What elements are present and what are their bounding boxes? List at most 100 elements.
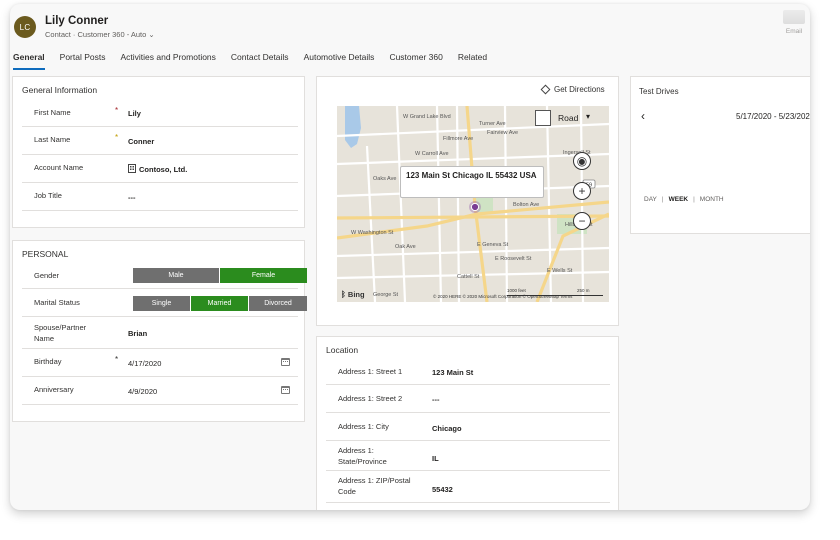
chevron-left-icon[interactable]: ‹ [641, 109, 645, 123]
map-street-label: Fillmore Ave [443, 136, 473, 142]
app-window: LC Lily Conner Contact · Customer 360 - … [10, 4, 810, 510]
spouse-field[interactable]: Brian [128, 329, 147, 338]
required-indicator: * [115, 355, 119, 364]
field-row-last-name: Last Name * Conner [22, 127, 298, 155]
tab-portal-posts[interactable]: Portal Posts [60, 52, 106, 70]
marital-divorced-button[interactable]: Divorced [249, 296, 307, 311]
calendar-icon[interactable] [281, 358, 290, 366]
calendar-icon[interactable] [281, 386, 290, 394]
map-street-label: E Roosevelt St [495, 256, 532, 262]
zoom-in-icon[interactable]: + [573, 182, 591, 200]
map-style-icon[interactable] [535, 110, 551, 126]
map-street-label: E Geneva St [477, 242, 509, 248]
tab-automotive-details[interactable]: Automotive Details [304, 52, 375, 70]
map-street-label: W Carroll Ave [415, 151, 449, 157]
map-canvas: 59 W Grand Lake Blvd Turner Ave Fairview… [337, 106, 609, 302]
field-row-account-name: Account Name Contoso, Ltd. [22, 155, 298, 183]
field-row-spouse: Spouse/Partner Name Brian [22, 317, 298, 349]
avatar: LC [14, 16, 36, 38]
gender-female-button[interactable]: Female [220, 268, 307, 283]
map-scale: 1000 feet 250 m [507, 288, 603, 296]
map-pin-callout: 123 Main St Chicago IL 55432 USA [400, 166, 544, 198]
record-title: Lily Conner [45, 15, 109, 27]
map-street-label: Fairview Ave [487, 130, 518, 136]
general-information-section: General Information First Name * Lily La… [12, 76, 305, 228]
marital-married-button[interactable]: Married [191, 296, 249, 311]
record-subtitle[interactable]: Contact · Customer 360 - Auto ⌄ [45, 30, 155, 39]
field-row-street-1: Address 1: Street 1 123 Main St [326, 357, 610, 385]
last-name-field[interactable]: Conner [128, 137, 154, 146]
field-label: First Name [34, 108, 71, 117]
map-street-label: E Wells St [547, 268, 573, 274]
zoom-out-icon[interactable]: − [573, 212, 591, 230]
bing-brand-icon: ᛒ [341, 290, 346, 299]
tab-related[interactable]: Related [458, 52, 487, 70]
field-label: Account Name [34, 163, 84, 172]
scale-feet-label: 1000 feet [507, 288, 526, 293]
field-label: Address 1: State/Province [338, 446, 387, 466]
bing-label: Bing [347, 290, 365, 299]
tab-contact-details[interactable]: Contact Details [231, 52, 289, 70]
calendar-view-switcher: DAY | WEEK | MONTH [644, 196, 724, 203]
zip-field[interactable]: 55432 [432, 485, 453, 494]
caret-down-icon[interactable]: ▾ [586, 112, 590, 121]
test-drives-section: Test Drives ‹ 5/17/2020 - 5/23/2020 DAY |… [630, 76, 810, 234]
field-label: Gender [34, 271, 60, 280]
record-subtitle-text: Contact · Customer 360 - Auto [45, 30, 147, 39]
email-label: Email [785, 28, 803, 35]
birthday-field[interactable]: 4/17/2020 [128, 359, 161, 368]
field-row-state: Address 1: State/Province IL [326, 441, 610, 471]
city-field[interactable]: Chicago [432, 424, 462, 433]
field-label: Address 1: City [338, 422, 389, 431]
scale-bar [507, 295, 603, 296]
record-header: LC Lily Conner Contact · Customer 360 - … [10, 4, 810, 44]
map-view[interactable]: 59 W Grand Lake Blvd Turner Ave Fairview… [337, 106, 609, 302]
view-week-button[interactable]: WEEK [669, 196, 689, 203]
map-street-label: W Washington St [351, 230, 394, 236]
section-title: Location [326, 345, 359, 355]
separator: | [693, 196, 695, 203]
section-title: Test Drives [639, 87, 679, 96]
field-label: Spouse/Partner Name [34, 323, 87, 343]
email-icon [783, 10, 805, 24]
field-label: Marital Status [34, 298, 80, 307]
field-row-street-2: Address 1: Street 2 --- [326, 385, 610, 413]
required-indicator: * [115, 106, 119, 115]
first-name-field[interactable]: Lily [128, 109, 141, 118]
field-label: Address 1: Street 1 [338, 367, 403, 376]
map-street-label: Cattell St [457, 274, 480, 280]
field-label: Address 1: ZIP/Postal Code [338, 476, 411, 496]
directions-icon [540, 84, 551, 95]
job-title-field[interactable]: --- [128, 193, 136, 202]
date-range-label: 5/17/2020 - 5/23/2020 [736, 112, 810, 121]
field-row-gender: Gender Male Female [22, 261, 307, 289]
view-day-button[interactable]: DAY [644, 196, 657, 203]
email-action[interactable]: Email [780, 10, 808, 35]
tab-customer-360[interactable]: Customer 360 [389, 52, 442, 70]
field-label: Job Title [34, 191, 62, 200]
anniversary-field[interactable]: 4/9/2020 [128, 387, 157, 396]
street-1-field[interactable]: 123 Main St [432, 368, 473, 377]
map-street-label: Bolton Ave [513, 202, 539, 208]
view-month-button[interactable]: MONTH [700, 196, 724, 203]
field-row-zip: Address 1: ZIP/Postal Code 55432 [326, 471, 610, 503]
field-row-birthday: Birthday * 4/17/2020 [22, 349, 298, 377]
account-name-lookup[interactable]: Contoso, Ltd. [128, 164, 187, 174]
bing-logo: ᛒ Bing [341, 290, 365, 299]
scale-meters-label: 250 m [577, 288, 590, 293]
map-section: Get Directions W Grand Lake Blvd Turner … [316, 76, 619, 326]
tab-activities-promotions[interactable]: Activities and Promotions [120, 52, 215, 70]
marital-status-toggle: Single Married Divorced [133, 296, 307, 311]
map-street-label: W Grand Lake Blvd [403, 114, 451, 120]
street-2-field[interactable]: --- [432, 395, 440, 404]
gender-male-button[interactable]: Male [133, 268, 220, 283]
state-field[interactable]: IL [432, 454, 439, 463]
map-style-label[interactable]: Road [558, 113, 578, 123]
map-street-label: Turner Ave [479, 121, 506, 127]
get-directions-button[interactable]: Get Directions [540, 84, 605, 95]
marital-single-button[interactable]: Single [133, 296, 191, 311]
locate-me-icon[interactable]: ◉ [573, 152, 591, 170]
field-row-city: Address 1: City Chicago [326, 413, 610, 441]
location-section: Location Address 1: Street 1 123 Main St… [316, 336, 619, 510]
tab-general[interactable]: General [13, 52, 45, 70]
